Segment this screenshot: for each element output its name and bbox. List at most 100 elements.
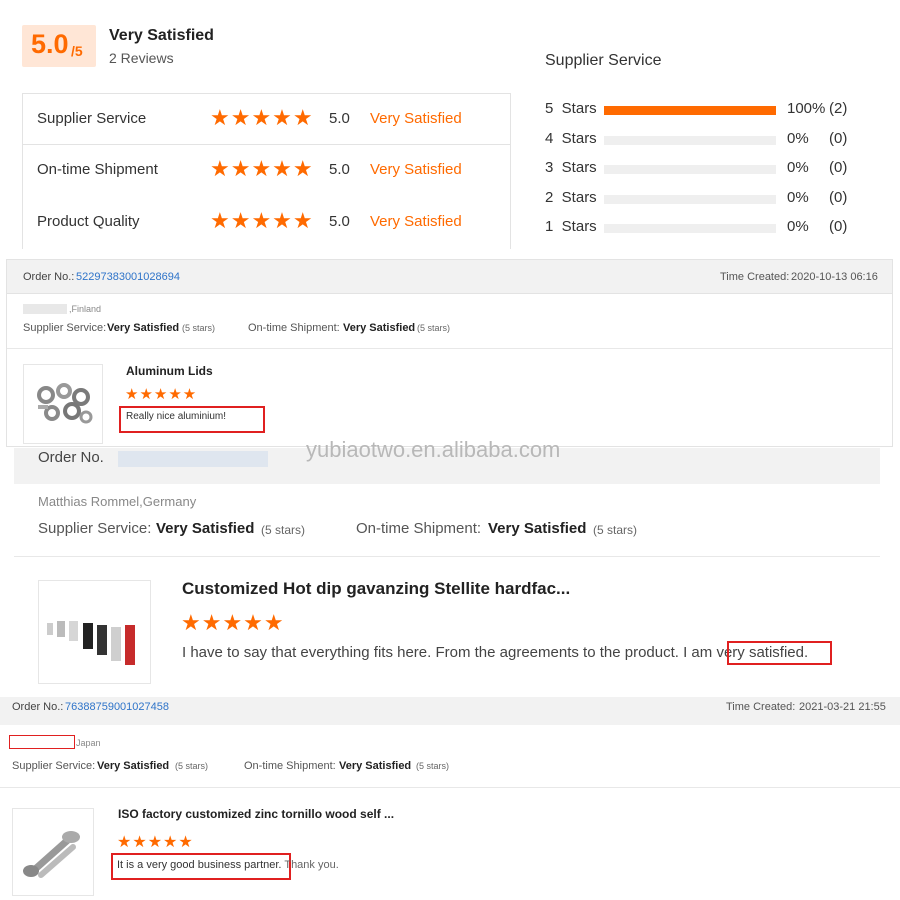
rating-text: Very Satisfied: [370, 161, 462, 178]
review-count: 2 Reviews: [109, 50, 174, 66]
review-comment: Really nice aluminium!: [126, 411, 227, 422]
rating-label: Supplier Service: [37, 110, 147, 127]
time-label: Time Created:: [720, 271, 790, 283]
comment-highlight-box: [727, 641, 832, 665]
rating-row-product-quality[interactable]: Product Quality ★★★★★ 5.0 Very Satisfied: [22, 197, 511, 249]
product-thumbnail[interactable]: [38, 580, 151, 684]
shipment-label: On-time Shipment:: [248, 322, 340, 334]
breakdown-percent: 0%: [787, 188, 809, 206]
rating-value: 5.0: [329, 161, 350, 178]
shipment-value: Very Satisfied: [339, 760, 412, 772]
breakdown-count: (0): [829, 129, 848, 147]
time-created: 2020-10-13 06:16: [791, 271, 878, 283]
breakdown-bar-fill: [604, 106, 776, 115]
review-comment: It is a very good business partner. Than…: [117, 859, 339, 871]
rating-text: Very Satisfied: [370, 213, 462, 230]
breakdown-percent: 0%: [787, 159, 809, 176]
breakdown-bar-track: [604, 194, 776, 204]
comment-text: Thank you.: [284, 859, 339, 871]
product-title[interactable]: ISO factory customized zinc tornillo woo…: [118, 807, 394, 821]
shipment-label: On-time Shipment:: [356, 520, 482, 537]
order-no-label: Order No.:: [12, 701, 64, 713]
order-no-label: Order No.: [38, 449, 104, 466]
rating-stars: ★★★★★: [210, 208, 314, 233]
shipment-stars: (5 stars): [417, 323, 451, 333]
breakdown-count: (0): [829, 188, 848, 206]
breakdown-label: 4 Stars: [545, 129, 597, 147]
score-out-of: /5: [71, 43, 83, 59]
rating-value: 5.0: [329, 213, 350, 230]
supplier-service-label: Supplier Service:: [38, 520, 152, 537]
time-created: 2021-03-21 21:55: [799, 701, 886, 713]
rating-stars: ★★★★★: [210, 156, 314, 181]
rating-stars: ★★★★★: [210, 105, 314, 130]
breakdown-row: 1 Stars 0% (0): [545, 218, 865, 240]
breakdown-label: 3 Stars: [545, 159, 597, 176]
order-card-2: Order No. Matthias Rommel,Germany Suppli…: [14, 448, 880, 684]
shipment-label: On-time Shipment:: [244, 760, 336, 772]
overall-label: Very Satisfied: [109, 27, 214, 44]
divider: [7, 348, 892, 349]
breakdown-count: (0): [829, 159, 848, 176]
breakdown-row: 4 Stars 0% (0): [545, 130, 865, 152]
product-title[interactable]: Aluminum Lids: [126, 364, 213, 378]
breakdown-bar-track: [604, 224, 776, 233]
breakdown-count: (0): [829, 218, 848, 235]
review-stars: ★★★★★: [117, 834, 194, 851]
rating-value: 5.0: [329, 110, 350, 127]
product-title[interactable]: Customized Hot dip gavanzing Stellite ha…: [182, 579, 570, 599]
cylinders-image-icon: [47, 621, 135, 665]
breakdown-row: 2 Stars 0% (0): [545, 189, 865, 211]
breakdown-label: 5 Stars: [545, 100, 597, 117]
product-thumbnail[interactable]: [23, 364, 103, 444]
review-stars: ★★★★★: [125, 386, 198, 403]
product-thumbnail[interactable]: [12, 808, 94, 896]
order-no-link[interactable]: 52297383001028694: [76, 271, 180, 283]
rating-row-supplier-service[interactable]: Supplier Service ★★★★★ 5.0 Very Satisfie…: [22, 93, 511, 145]
shipment-stars: (5 stars): [416, 761, 450, 771]
breakdown-row: 3 Stars 0% (0): [545, 159, 865, 181]
breakdown-percent: 100%: [787, 100, 826, 117]
divider: [0, 787, 900, 788]
comment-highlight: It is a very good business partner.: [117, 859, 282, 871]
breakdown-percent: 0%: [787, 129, 809, 147]
rating-label: On-time Shipment: [37, 161, 158, 178]
washers-image-icon: [37, 383, 93, 424]
supplier-service-value: Very Satisfied: [107, 322, 180, 334]
breakdown-label: 1 Stars: [545, 218, 597, 235]
supplier-service-stars: (5 stars): [182, 323, 216, 333]
rating-text: Very Satisfied: [370, 110, 462, 127]
breakdown-percent: 0%: [787, 218, 809, 235]
breakdown-row: 5 Stars 100% (2): [545, 100, 865, 122]
order-card-3: Order No.: 76388759001027458 Time Create…: [0, 697, 900, 900]
breakdown-bar-track: [604, 106, 776, 115]
breakdown-count: (2): [829, 100, 848, 117]
breakdown-bar-track: [604, 165, 776, 174]
watermark: yubiaotwo.en.alibaba.com: [306, 437, 561, 462]
supplier-service-value: Very Satisfied: [156, 520, 255, 537]
review-comment: I have to say that everything fits here.…: [182, 644, 808, 661]
order-card-1: Order No.: 52297383001028694 Time Create…: [6, 259, 893, 447]
screws-image-icon: [23, 831, 80, 878]
time-label: Time Created:: [726, 701, 796, 713]
breakdown-title: Supplier Service: [545, 52, 662, 69]
supplier-service-stars: (5 stars): [175, 761, 209, 771]
review-stars: ★★★★★: [181, 610, 285, 635]
comment-text: I have to say that everything fits here.…: [182, 644, 717, 661]
supplier-service-value: Very Satisfied: [97, 760, 170, 772]
shipment-value: Very Satisfied: [343, 322, 416, 334]
buyer-name-redacted: [9, 735, 75, 749]
supplier-service-label: Supplier Service:: [12, 760, 96, 772]
breakdown-label: 2 Stars: [545, 188, 597, 206]
breakdown-bar-track: [604, 135, 776, 145]
buyer-country: ,Finland: [69, 304, 102, 314]
shipment-stars: (5 stars): [593, 523, 638, 537]
order-no-link[interactable]: 76388759001027458: [65, 701, 169, 713]
supplier-service-label: Supplier Service:: [23, 322, 107, 334]
divider: [14, 556, 880, 557]
overall-score: 5.0: [31, 29, 69, 59]
buyer-country: Japan: [76, 738, 101, 748]
order-no-label: Order No.:: [23, 271, 75, 283]
order-no-redacted: [118, 451, 268, 467]
rating-row-on-time-shipment[interactable]: On-time Shipment ★★★★★ 5.0 Very Satisfie…: [22, 145, 511, 197]
